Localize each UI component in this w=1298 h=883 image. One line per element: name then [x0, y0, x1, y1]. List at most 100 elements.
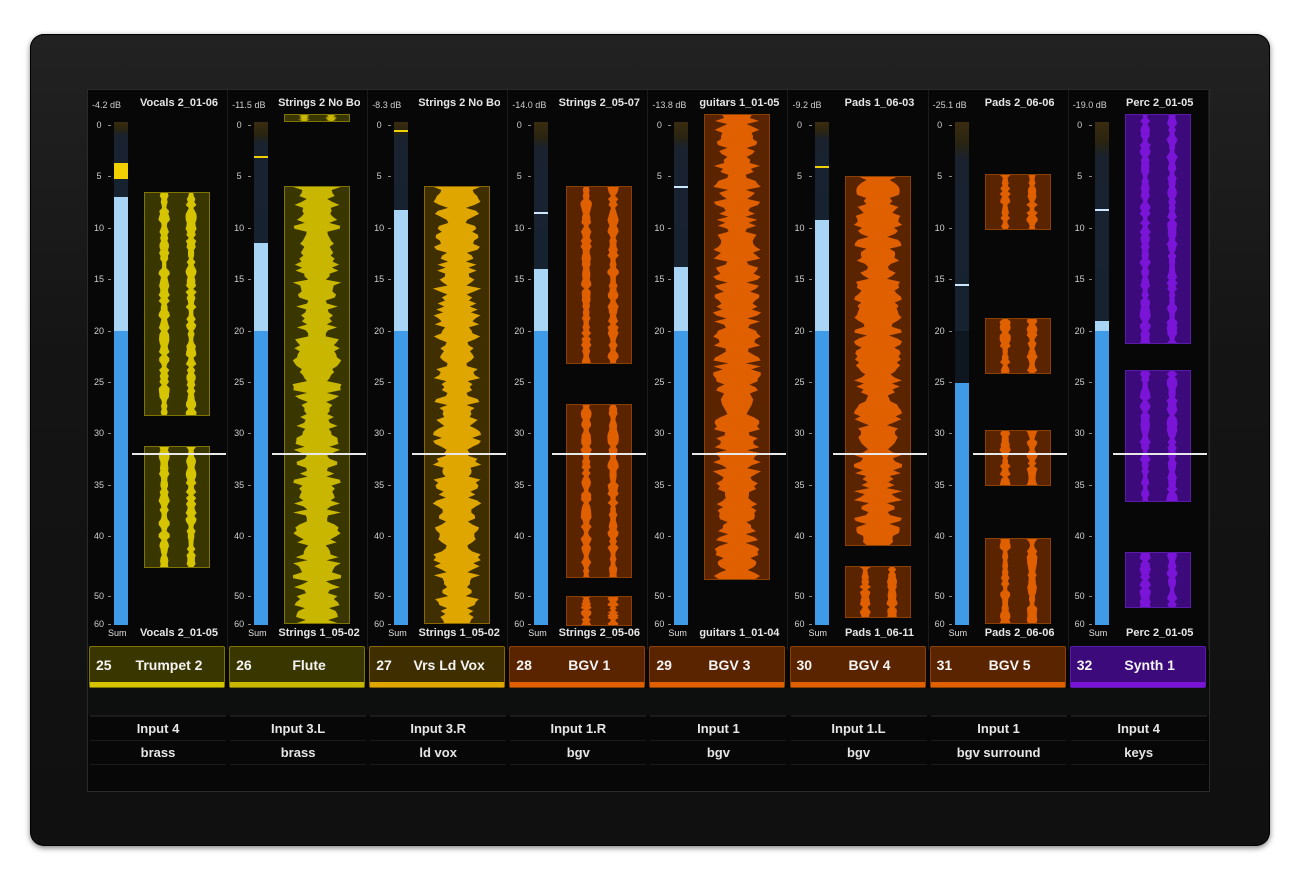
group-label[interactable]: bgv: [791, 745, 927, 760]
track-name-bar[interactable]: 26 Flute: [229, 646, 366, 688]
audio-clip[interactable]: [284, 114, 351, 122]
track-area[interactable]: [134, 114, 224, 624]
channel-strip[interactable]: -14.0 dB Strings 2_05-07 Strings 2_05-06 0 5…: [508, 90, 649, 791]
clip-name-bottom: guitars 1_01-04: [699, 627, 780, 639]
audio-clip[interactable]: [566, 186, 633, 364]
scale-tick-mark: [1088, 279, 1092, 280]
audio-clip[interactable]: [984, 174, 1051, 230]
sum-label: Sum: [808, 628, 828, 638]
track-area[interactable]: [554, 114, 644, 626]
scale-tick-label: 15: [654, 274, 665, 284]
scale-tick-mark: [808, 433, 812, 434]
scale-tick-mark: [948, 536, 952, 537]
io-section[interactable]: Input 1.L bgv: [790, 715, 927, 788]
scale-tick-label: 20: [514, 326, 525, 336]
channel-strip[interactable]: -4.2 dB Vocals 2_01-06 Vocals 2_01-05 0 5 10 1…: [88, 90, 228, 791]
group-label[interactable]: ld vox: [370, 745, 506, 760]
audio-clip[interactable]: [566, 404, 633, 578]
group-label[interactable]: bgv: [510, 745, 646, 760]
track-name-bar[interactable]: 25 Trumpet 2: [89, 646, 225, 688]
audio-clip[interactable]: [844, 176, 911, 546]
channel-strip[interactable]: -8.3 dB Strings 2 No Bo Strings 1_05-02 0 5 1…: [368, 90, 509, 791]
audio-clip[interactable]: [1124, 114, 1191, 344]
scale-tick-label: 20: [934, 326, 945, 336]
io-section[interactable]: Input 3.L brass: [230, 715, 367, 788]
audio-clip[interactable]: [984, 430, 1051, 486]
input-label[interactable]: Input 4: [1071, 721, 1207, 736]
track-area[interactable]: [694, 114, 784, 624]
audio-clip[interactable]: [984, 538, 1051, 624]
scale-tick-label: 0: [796, 120, 802, 130]
scale-tick-label: 20: [374, 326, 385, 336]
input-label[interactable]: Input 1: [650, 721, 786, 736]
scale-tick-mark: [668, 433, 672, 434]
audio-clip[interactable]: [704, 114, 771, 580]
scale-tick-mark: [668, 624, 672, 625]
scale-tick-mark: [248, 536, 252, 537]
io-section[interactable]: Input 1 bgv surround: [930, 715, 1067, 788]
io-section[interactable]: Input 4 keys: [1070, 715, 1207, 788]
io-section[interactable]: Input 3.R ld vox: [370, 715, 507, 788]
io-section[interactable]: Input 4 brass: [90, 715, 226, 788]
audio-clip[interactable]: [566, 596, 633, 626]
meter-fill-upper: [254, 243, 269, 331]
track-name: Vrs Ld Vox: [413, 657, 485, 673]
group-label[interactable]: keys: [1071, 745, 1207, 760]
group-label[interactable]: bgv surround: [931, 745, 1067, 760]
meter-hot-zone: [114, 162, 128, 179]
track-name-bar[interactable]: 27 Vrs Ld Vox: [369, 646, 506, 688]
track-area[interactable]: [1115, 114, 1205, 624]
input-label[interactable]: Input 1: [931, 721, 1067, 736]
input-label[interactable]: Input 4: [90, 721, 226, 736]
audio-clip[interactable]: [1124, 370, 1191, 502]
io-row-divider: [90, 764, 226, 765]
scale-tick-mark: [1088, 485, 1092, 486]
channel-strip[interactable]: -9.2 dB Pads 1_06-03 Pads 1_06-11 0 5 10 15 20 2…: [789, 90, 929, 791]
io-row-divider: [650, 764, 787, 765]
track-name-bar[interactable]: 29 BGV 3: [649, 646, 786, 688]
track-name-bar[interactable]: 28 BGV 1: [509, 646, 646, 688]
audio-clip[interactable]: [984, 318, 1051, 374]
scale-tick-label: 50: [93, 591, 104, 601]
scale-tick-label: 25: [1074, 377, 1085, 387]
track-name-bar[interactable]: 32 Synth 1: [1069, 646, 1206, 688]
audio-clip[interactable]: [144, 192, 210, 416]
scale-tick-label: 30: [234, 428, 245, 438]
scale-tick-label: 5: [656, 171, 662, 181]
track-name-bar[interactable]: 30 BGV 4: [789, 646, 926, 688]
channel-strip[interactable]: -19.0 dB Perc 2_01-05 Perc 2_01-05 0 5 10 15 20…: [1069, 90, 1209, 791]
db-readout: -19.0 dB: [1072, 100, 1107, 110]
clip-name-top: Perc 2_01-05: [1126, 97, 1194, 109]
track-area[interactable]: [274, 114, 364, 624]
track-name-bar[interactable]: 31 BGV 5: [929, 646, 1066, 688]
mixer-screen: -4.2 dB Vocals 2_01-06 Vocals 2_01-05 0 5 10 1…: [88, 90, 1209, 791]
scale-tick-mark: [1088, 331, 1092, 332]
audio-clip[interactable]: [424, 186, 491, 624]
io-row-divider: [510, 740, 647, 741]
input-label[interactable]: Input 3.R: [370, 721, 506, 736]
audio-clip[interactable]: [284, 186, 351, 624]
input-label[interactable]: Input 1.R: [510, 721, 646, 736]
input-label[interactable]: Input 3.L: [230, 721, 366, 736]
track-area[interactable]: [975, 114, 1065, 624]
group-label[interactable]: brass: [230, 745, 366, 760]
io-section[interactable]: Input 1 bgv: [650, 715, 787, 788]
audio-clip[interactable]: [144, 446, 210, 568]
group-label[interactable]: brass: [90, 745, 226, 760]
audio-clip[interactable]: [1124, 552, 1191, 608]
peak-hold-marker: [674, 186, 689, 189]
scale-tick-mark: [668, 485, 672, 486]
channel-strip[interactable]: -13.8 dB guitars 1_01-05 guitars 1_01-04 0 5…: [648, 90, 789, 791]
input-label[interactable]: Input 1.L: [791, 721, 927, 736]
track-area[interactable]: [414, 114, 504, 624]
audio-clip[interactable]: [844, 566, 911, 618]
track-area[interactable]: [835, 114, 925, 624]
scale-tick-label: 60: [93, 619, 104, 629]
channel-strip[interactable]: -11.5 dB Strings 2 No Bo Strings 1_05-02 0 5…: [228, 90, 369, 791]
clip-name-top: Strings 2 No Bo: [278, 97, 361, 109]
channel-strip[interactable]: -25.1 dB Pads 2_06-06 Pads 2_06-06 0 5 10 15 20…: [929, 90, 1069, 791]
group-label[interactable]: bgv: [650, 745, 786, 760]
io-section[interactable]: Input 1.R bgv: [510, 715, 647, 788]
meter-headroom: [814, 122, 829, 220]
io-row-divider: [1070, 764, 1207, 765]
